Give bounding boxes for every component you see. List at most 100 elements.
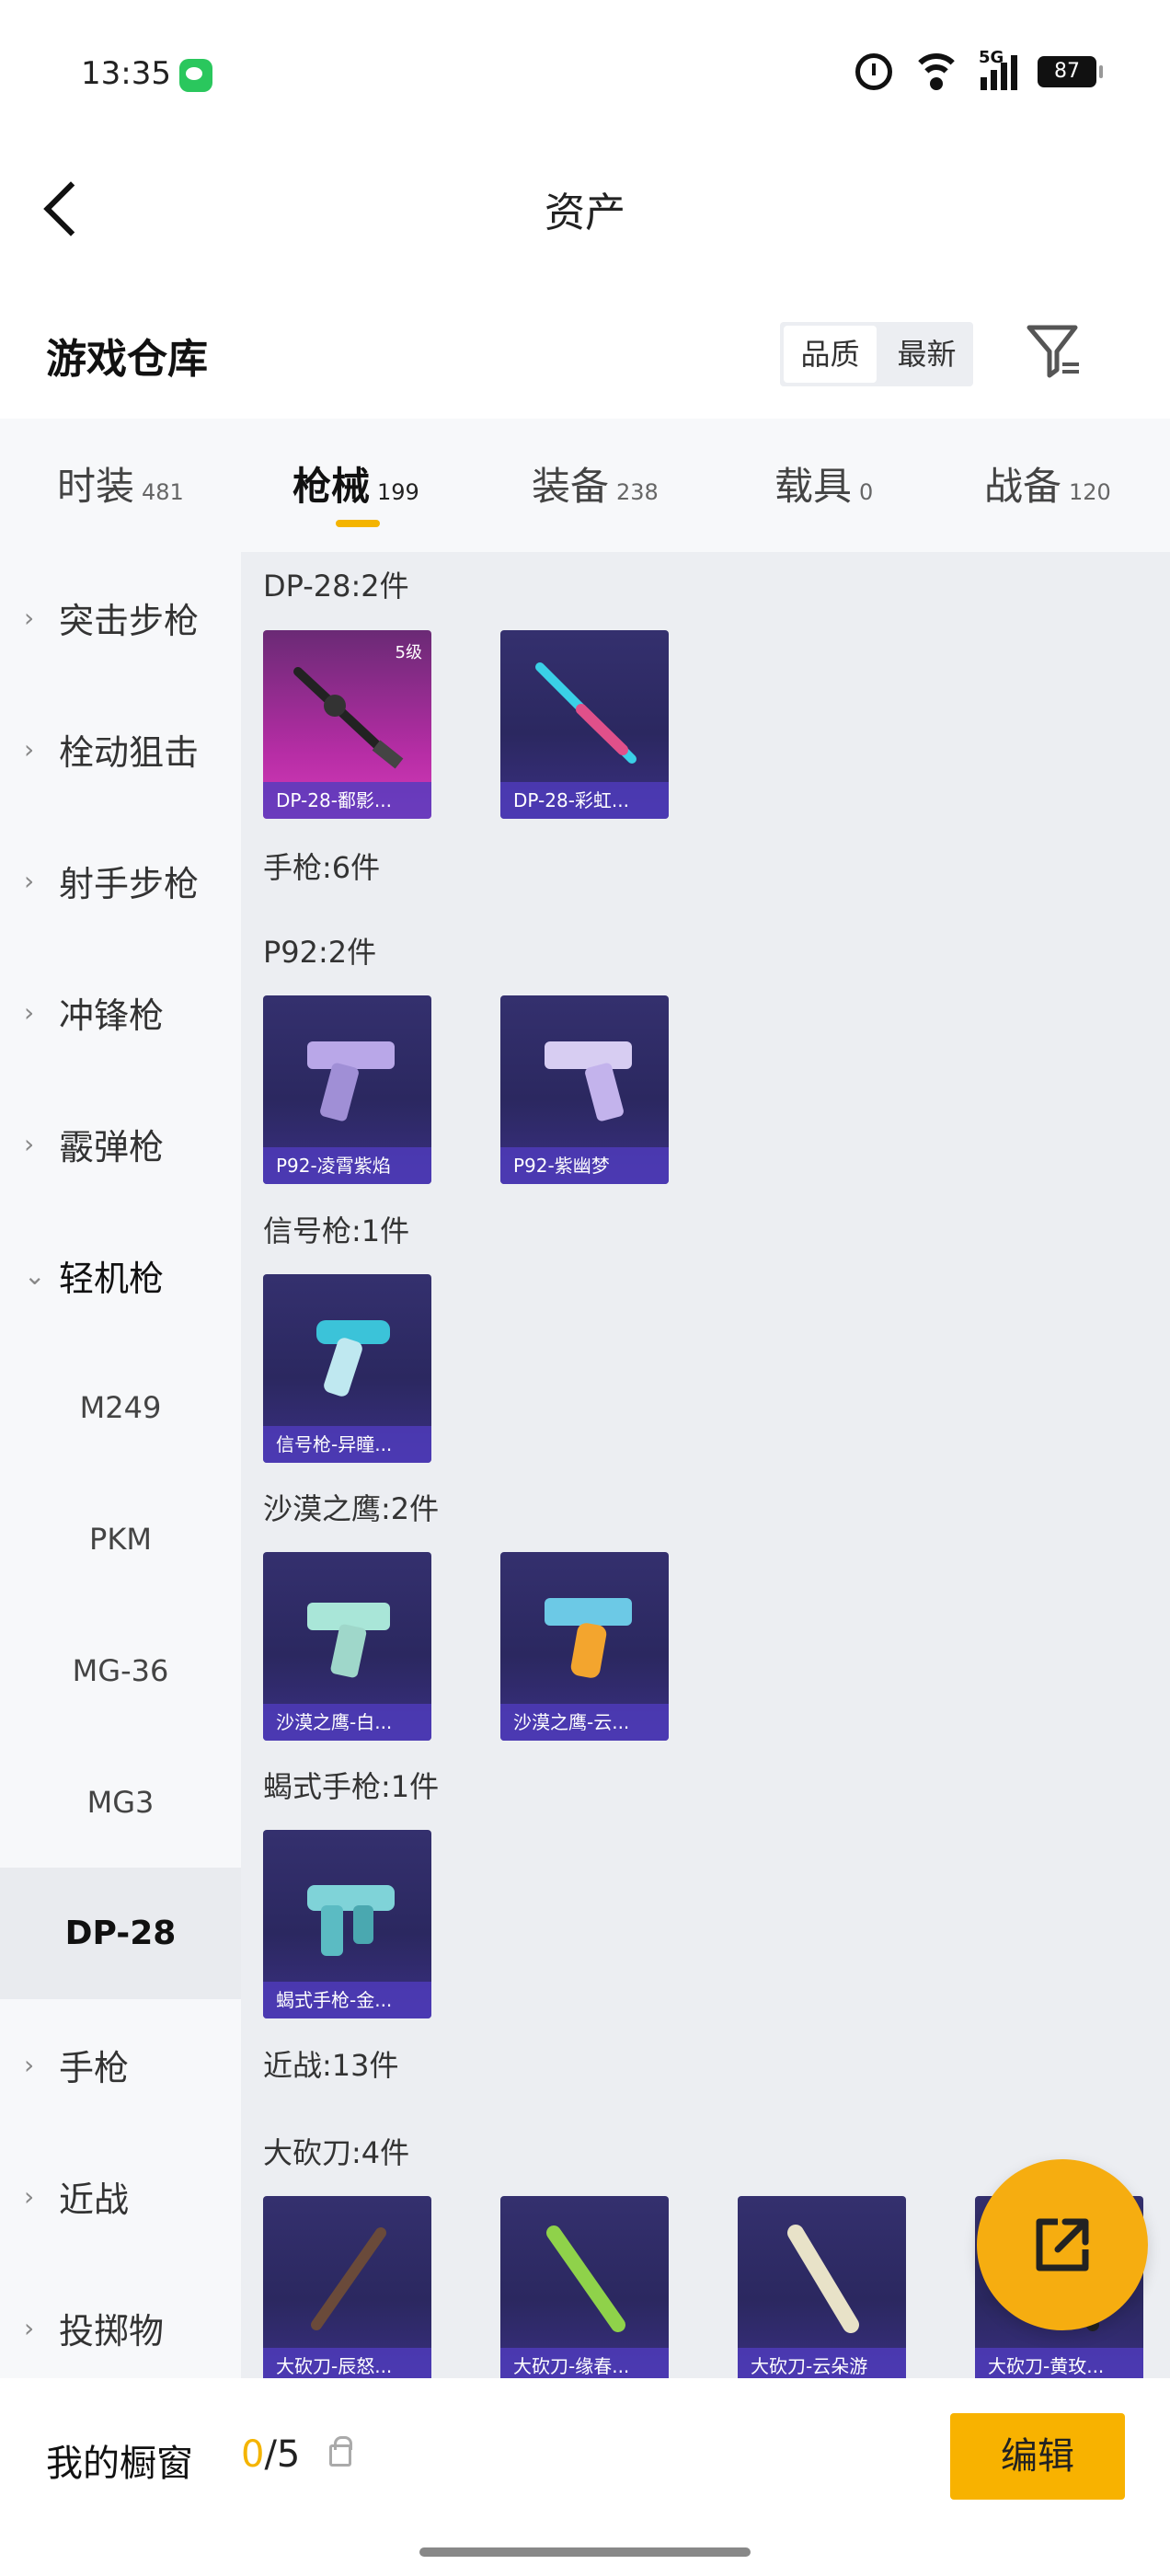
- tab-vehicles[interactable]: 载具 0: [774, 455, 873, 512]
- sidebar-subitem-pkm[interactable]: PKM: [0, 1473, 241, 1604]
- status-bar: 13:35 5G 87: [0, 0, 1170, 156]
- share-icon: [1036, 2218, 1089, 2271]
- group-label-dp28: DP-28:2件: [263, 569, 409, 604]
- sidebar-item-label: 突击步枪: [59, 601, 200, 641]
- chevron-right-icon: ›: [24, 603, 35, 633]
- sidebar-item-marksman-rifle[interactable]: › 射手步枪: [0, 815, 241, 947]
- group-label-flare: 信号枪:1件: [263, 1213, 410, 1248]
- weapon-card-caption: 信号枪-异瞳...: [263, 1426, 431, 1463]
- group-label-scorpion: 蝎式手枪:1件: [263, 1769, 440, 1804]
- machete-icon: [787, 2225, 859, 2333]
- group-label-machete: 大砍刀:4件: [263, 2135, 410, 2170]
- showcase-used: 0: [241, 2433, 265, 2476]
- share-button[interactable]: [977, 2159, 1148, 2330]
- tab-equipment[interactable]: 装备 238: [532, 455, 659, 512]
- sidebar-subitem-dp28[interactable]: DP-28: [0, 1868, 241, 1999]
- chevron-right-icon: ›: [24, 2050, 35, 2080]
- weapon-category-sidebar: › 突击步枪 › 栓动狙击 › 射手步枪 › 冲锋枪 › 霰弹枪 ⌄ 轻机枪 M249 PK…: [0, 552, 241, 2378]
- weapon-card-caption: DP-28-鄱影...: [263, 782, 431, 819]
- tab-fashion[interactable]: 时装 481: [57, 455, 184, 512]
- sidebar-item-label: 手枪: [59, 2048, 130, 2088]
- sidebar-item-bolt-sniper[interactable]: › 栓动狙击: [0, 684, 241, 815]
- group-label-p92: P92:2件: [263, 935, 377, 970]
- showcase-count: 0/5: [241, 2433, 300, 2476]
- edit-button[interactable]: 编辑: [950, 2413, 1125, 2500]
- weapon-card[interactable]: P92-凌霄紫焰: [263, 995, 431, 1184]
- weapon-card[interactable]: 大砍刀-缘春...: [500, 2196, 669, 2378]
- weapon-card[interactable]: DP-28-彩虹...: [500, 630, 669, 819]
- showcase-bar: 我的橱窗 0/5 编辑: [0, 2378, 1170, 2576]
- tab-label: 装备: [532, 464, 610, 509]
- machete-icon: [546, 2225, 625, 2332]
- alarm-icon: [855, 53, 892, 90]
- tab-supplies[interactable]: 战备 120: [984, 455, 1111, 512]
- signal-icon: 5G: [979, 48, 1017, 90]
- machete-icon: [311, 2227, 386, 2330]
- sidebar-item-label: 霰弹枪: [59, 1127, 165, 1167]
- chevron-right-icon: ›: [24, 997, 35, 1028]
- sort-toggle: 品质 最新: [780, 322, 973, 386]
- sidebar-item-pistol[interactable]: › 手枪: [0, 1999, 241, 2131]
- page-title: 资产: [545, 190, 625, 236]
- filter-icon[interactable]: [1026, 322, 1083, 381]
- sidebar-item-label: 投掷物: [59, 2311, 165, 2352]
- tab-label: 战备: [984, 464, 1062, 509]
- weapon-card-caption: P92-凌霄紫焰: [263, 1147, 431, 1184]
- network-label: 5G: [979, 48, 1004, 67]
- pistol-icon: [307, 1603, 390, 1678]
- wechat-icon: [179, 59, 212, 92]
- sidebar-item-label: 轻机枪: [59, 1259, 165, 1299]
- sidebar-item-label: 冲锋枪: [59, 995, 165, 1036]
- tab-guns[interactable]: 枪械 199: [292, 455, 419, 512]
- sidebar-item-melee[interactable]: › 近战: [0, 2131, 241, 2262]
- battery-icon: 87: [1038, 56, 1103, 87]
- weapon-card[interactable]: 蝎式手枪-金...: [263, 1830, 431, 2018]
- smg-icon: [307, 1885, 395, 1956]
- tab-count: 238: [616, 479, 659, 505]
- pistol-icon: [545, 1041, 632, 1121]
- group-label-pistol: 手枪:6件: [263, 850, 381, 885]
- chevron-down-icon: ⌄: [24, 1260, 46, 1291]
- weapon-card[interactable]: 5级 DP-28-鄱影...: [263, 630, 431, 819]
- tab-label: 载具: [774, 464, 853, 509]
- tab-count: 481: [142, 479, 184, 505]
- weapon-card[interactable]: P92-紫幽梦: [500, 995, 669, 1184]
- sidebar-subitem-mg3[interactable]: MG3: [0, 1736, 241, 1868]
- sidebar-item-lmg[interactable]: ⌄ 轻机枪: [0, 1210, 241, 1341]
- sidebar-item-label: 射手步枪: [59, 864, 200, 904]
- warehouse-title: 游戏仓库: [46, 336, 208, 383]
- category-tabs: 时装 481 枪械 199 装备 238 载具 0 战备 120: [0, 419, 1170, 552]
- sidebar-subitem-m249[interactable]: M249: [0, 1341, 241, 1473]
- nav-bar: 资产: [0, 156, 1170, 258]
- sort-latest-button[interactable]: 最新: [880, 322, 973, 386]
- weapon-card-caption: 蝎式手枪-金...: [263, 1982, 431, 2018]
- group-label-deagle: 沙漠之鹰:2件: [263, 1491, 440, 1526]
- showcase-capacity: /5: [264, 2433, 301, 2476]
- weapon-card-caption: 大砍刀-云朵游: [738, 2348, 906, 2378]
- rifle-icon: [293, 667, 404, 769]
- rifle-icon: [535, 662, 637, 764]
- weapon-card[interactable]: 沙漠之鹰-云...: [500, 1552, 669, 1741]
- sidebar-item-throwable[interactable]: › 投掷物: [0, 2262, 241, 2394]
- sidebar-item-shotgun[interactable]: › 霰弹枪: [0, 1078, 241, 1210]
- sort-quality-button[interactable]: 品质: [784, 326, 877, 383]
- weapon-card[interactable]: 沙漠之鹰-白...: [263, 1552, 431, 1741]
- weapon-card-caption: DP-28-彩虹...: [500, 782, 669, 819]
- sidebar-item-assault-rifle[interactable]: › 突击步枪: [0, 552, 241, 684]
- weapon-card-caption: 大砍刀-黄玫...: [975, 2348, 1143, 2378]
- lock-icon: [329, 2436, 352, 2467]
- tab-count: 0: [859, 479, 874, 505]
- weapon-card[interactable]: 大砍刀-辰怒...: [263, 2196, 431, 2378]
- flare-gun-icon: [316, 1320, 390, 1397]
- wifi-icon: [912, 53, 960, 90]
- tab-count: 120: [1069, 479, 1111, 505]
- home-indicator[interactable]: [419, 2547, 751, 2557]
- weapon-card[interactable]: 信号枪-异瞳...: [263, 1274, 431, 1463]
- sidebar-item-smg[interactable]: › 冲锋枪: [0, 947, 241, 1078]
- warehouse-header: 游戏仓库 品质 最新: [0, 304, 1170, 405]
- sidebar-subitem-mg36[interactable]: MG-36: [0, 1604, 241, 1736]
- weapon-card[interactable]: 大砍刀-云朵游: [738, 2196, 906, 2378]
- weapon-grid: DP-28:2件 5级 DP-28-鄱影... DP-28-彩虹... 手枪:6…: [241, 552, 1170, 2378]
- tab-label: 枪械: [292, 464, 371, 509]
- sidebar-item-label: 近战: [59, 2179, 130, 2220]
